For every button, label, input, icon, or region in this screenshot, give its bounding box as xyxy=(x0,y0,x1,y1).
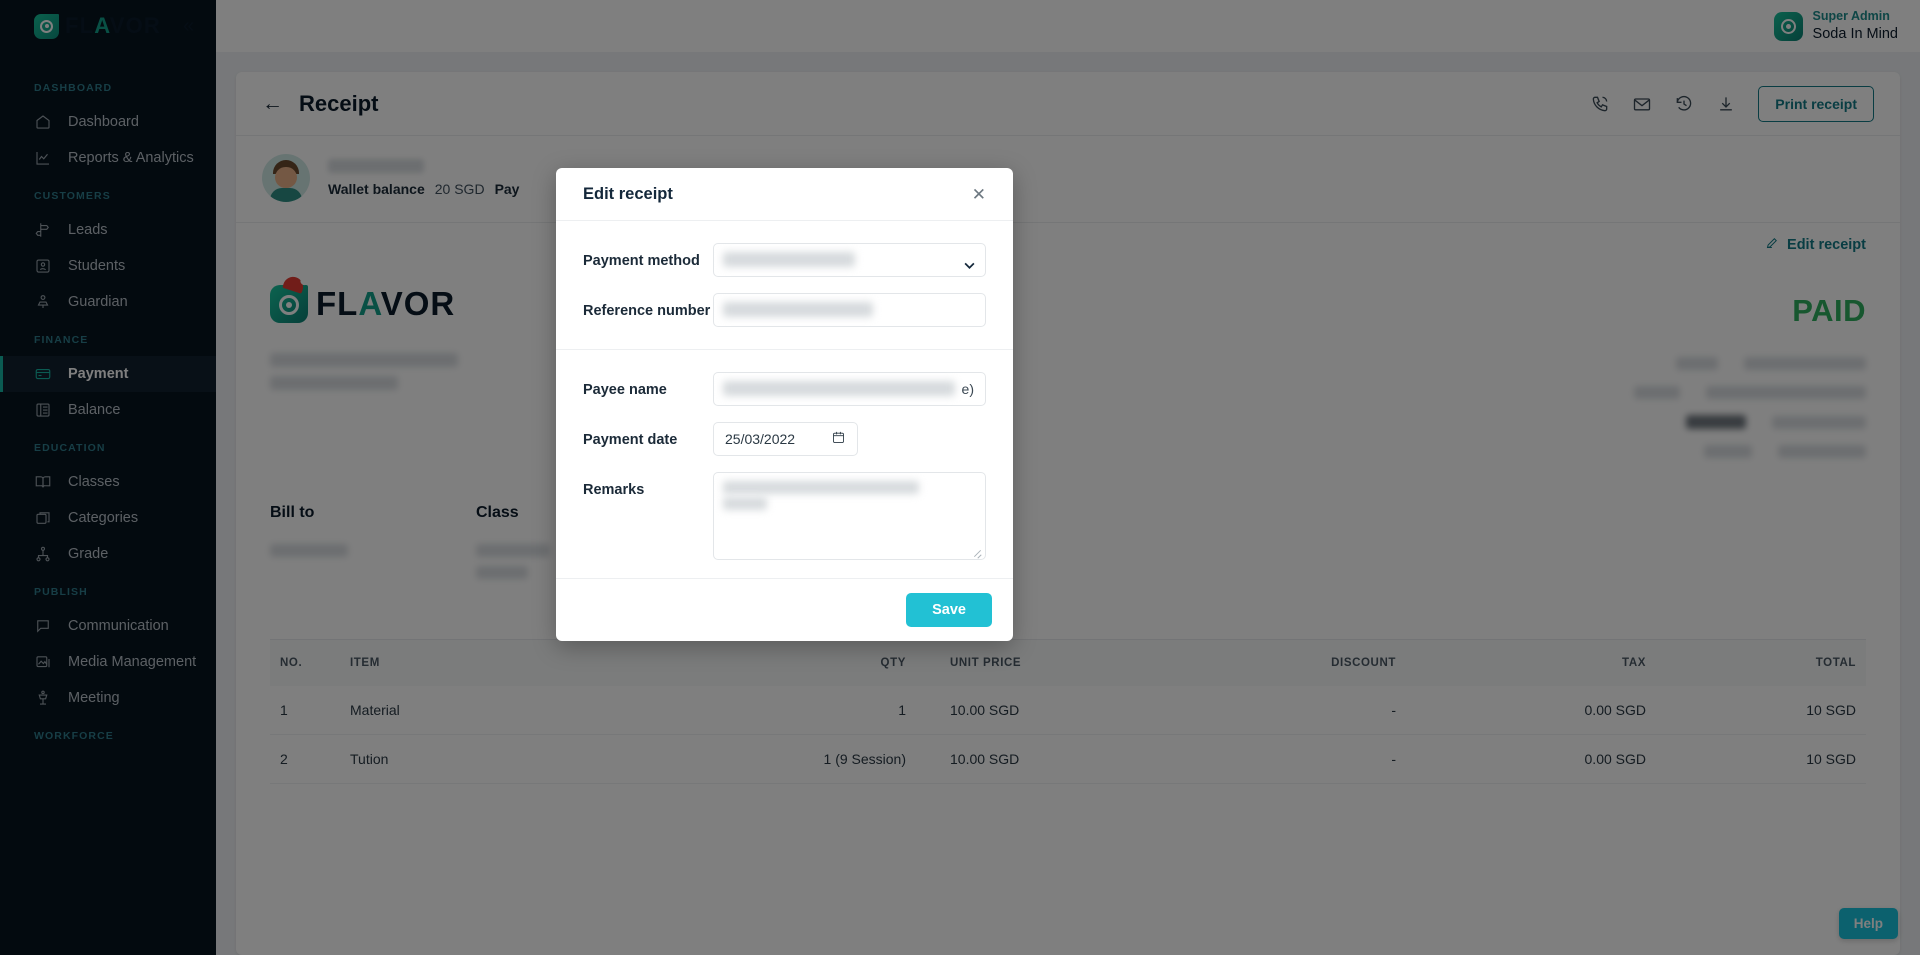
modal-header: Edit receipt ✕ xyxy=(556,168,1013,221)
remarks-row: Remarks xyxy=(583,472,986,560)
reference-number-input[interactable] xyxy=(713,293,986,327)
chevron-down-icon xyxy=(964,257,975,269)
modal-section-payment: Payment method Reference number xyxy=(556,221,1013,350)
remarks-textarea[interactable] xyxy=(713,472,986,560)
payment-method-label: Payment method xyxy=(583,253,700,269)
save-button[interactable]: Save xyxy=(906,593,992,627)
payee-name-row: Payee name e) xyxy=(583,372,986,406)
modal-footer: Save xyxy=(556,578,1013,641)
app-root: FLAVOR « DASHBOARD Dashboard Reports & A… xyxy=(0,0,1920,955)
payment-date-input[interactable]: 25/03/2022 xyxy=(713,422,858,456)
modal-section-payee: Payee name e) Payment date 25/03/2022 Re… xyxy=(556,350,1013,578)
payment-method-row: Payment method xyxy=(583,243,986,277)
reference-number-row: Reference number xyxy=(583,293,986,327)
modal-title: Edit receipt xyxy=(583,184,673,203)
edit-receipt-modal: Edit receipt ✕ Payment method Reference … xyxy=(556,168,1013,641)
payee-name-label: Payee name xyxy=(583,382,667,398)
payee-name-input[interactable]: e) xyxy=(713,372,986,406)
payment-date-value: 25/03/2022 xyxy=(725,431,796,447)
payment-date-row: Payment date 25/03/2022 xyxy=(583,422,986,456)
payee-name-value: e) xyxy=(961,381,974,397)
close-icon[interactable]: ✕ xyxy=(972,186,986,203)
resize-grip-icon[interactable] xyxy=(972,547,982,557)
remarks-label: Remarks xyxy=(583,482,645,498)
calendar-icon[interactable] xyxy=(831,430,846,448)
reference-number-label: Reference number xyxy=(583,303,711,319)
payment-method-select[interactable] xyxy=(713,243,986,277)
payment-date-label: Payment date xyxy=(583,432,678,448)
